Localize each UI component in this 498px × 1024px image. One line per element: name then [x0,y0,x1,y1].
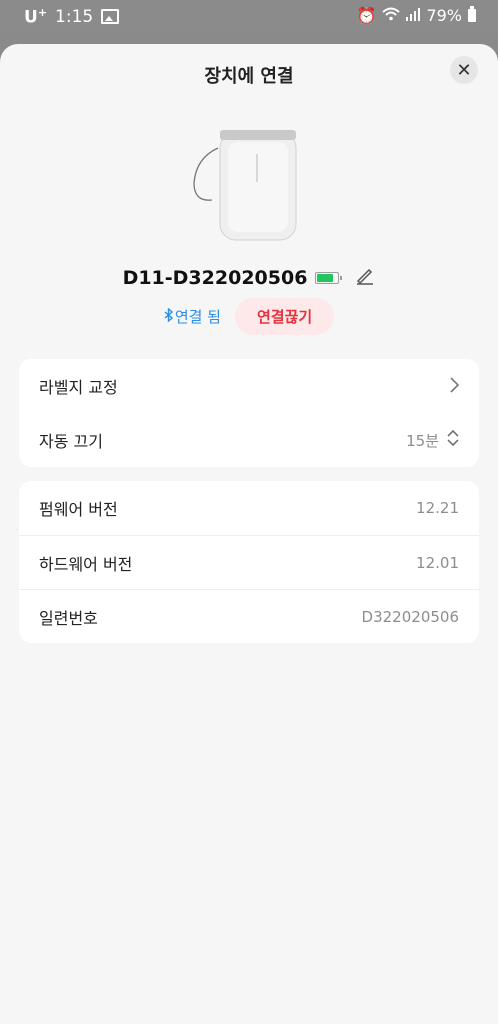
chevron-right-icon [449,374,460,399]
hardware-label: 하드웨어 버전 [39,554,133,574]
connection-status: 연결 됨 [164,306,221,327]
auto-off-row[interactable]: 자동 끄기 15분 [19,413,479,467]
firmware-label: 펌웨어 버전 [39,500,118,519]
alarm-icon: ⏰ [356,6,377,25]
calibrate-label-row[interactable]: 라벨지 교정 [19,359,479,413]
printer-image [193,130,297,241]
disconnect-button[interactable]: 연결끊기 [234,298,335,335]
battery-percent: 79% [426,6,462,25]
edit-name-icon[interactable] [355,266,375,290]
auto-off-value: 15분 [406,431,439,450]
close-button[interactable]: ✕ [450,56,478,84]
firmware-row: 펌웨어 버전 12.21 [19,481,479,535]
auto-off-label: 자동 끄기 [39,432,103,451]
firmware-value: 12.21 [416,499,459,517]
clock: 1:15 [55,6,94,27]
hardware-value: 12.01 [416,553,459,572]
close-icon: ✕ [456,59,472,81]
device-battery-icon [315,272,343,284]
calibrate-label: 라벨지 교정 [39,378,118,397]
serial-value: D322020506 [361,607,459,626]
device-info-card: 펌웨어 버전 12.21 하드웨어 버전 12.01 일련번호 D3220205… [19,481,479,643]
connect-device-sheet: 장치에 연결 ✕ D11-D322020506 연결 됨 연결끊기 라벨지 교정 [0,44,498,1024]
device-name: D11-D322020506 [122,267,308,289]
sheet-title: 장치에 연결 [204,66,294,87]
settings-card: 라벨지 교정 자동 끄기 15분 [19,359,479,467]
connection-status-label: 연결 됨 [174,308,221,326]
serial-label: 일련번호 [39,608,98,628]
hardware-row: 하드웨어 버전 12.01 [19,535,479,589]
status-bar: U+ 1:15 ⏰ 79% [0,0,498,32]
battery-icon [468,6,476,22]
signal-icon [406,6,421,25]
serial-row: 일련번호 D322020506 [19,589,479,643]
chevron-up-down-icon [447,429,459,450]
image-notification-icon [101,9,120,25]
carrier-label: U+ [24,6,48,28]
bluetooth-icon [164,306,173,326]
wifi-icon [382,6,401,25]
